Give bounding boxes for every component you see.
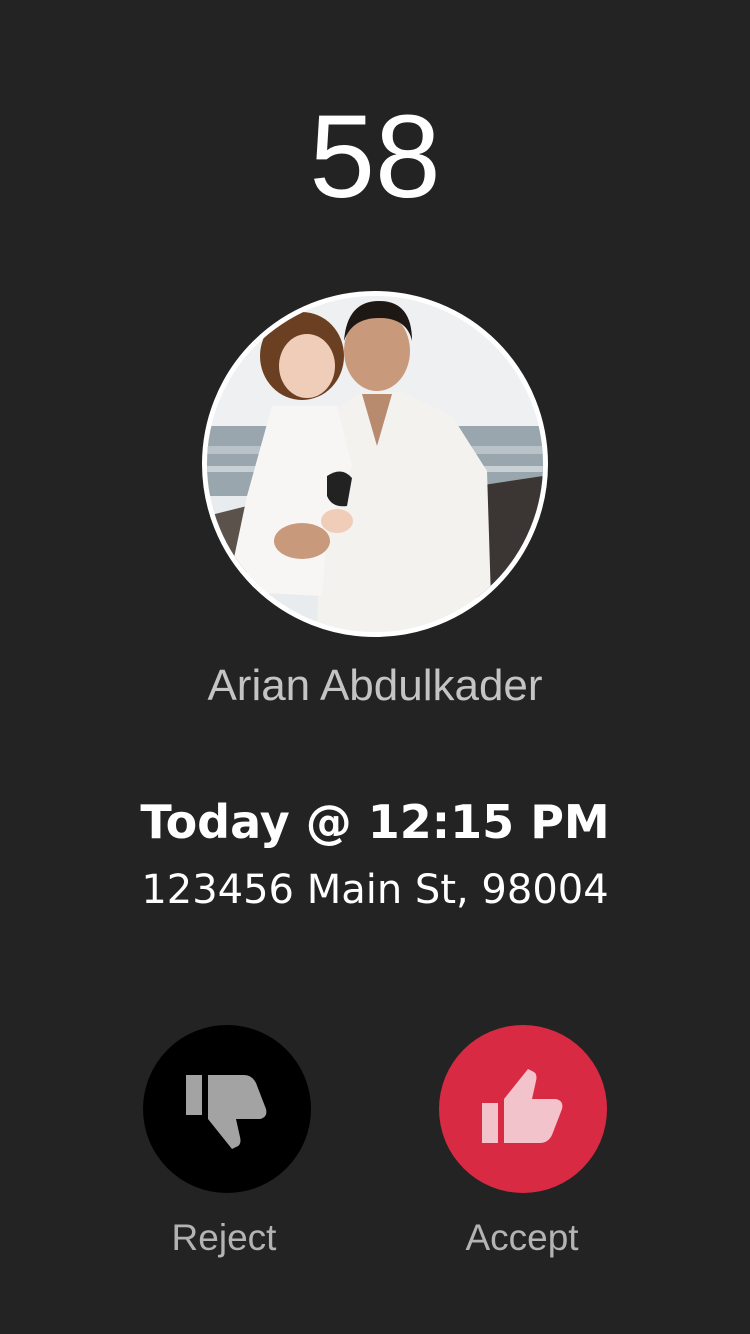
countdown-timer: 58 xyxy=(309,91,441,223)
customer-name: Arian Abdulkader xyxy=(207,661,543,710)
thumbs-down-icon xyxy=(186,1075,267,1149)
avatar xyxy=(202,291,548,637)
accept-button[interactable] xyxy=(439,1025,607,1193)
appointment-address: 123456 Main St, 98004 xyxy=(141,867,609,913)
thumbs-up-icon xyxy=(482,1069,563,1143)
appointment-time: Today @ 12:15 PM xyxy=(140,795,610,849)
accept-label: Accept xyxy=(465,1217,579,1258)
reject-label: Reject xyxy=(171,1217,277,1258)
avatar-photo xyxy=(207,296,543,632)
reject-button[interactable] xyxy=(143,1025,311,1193)
